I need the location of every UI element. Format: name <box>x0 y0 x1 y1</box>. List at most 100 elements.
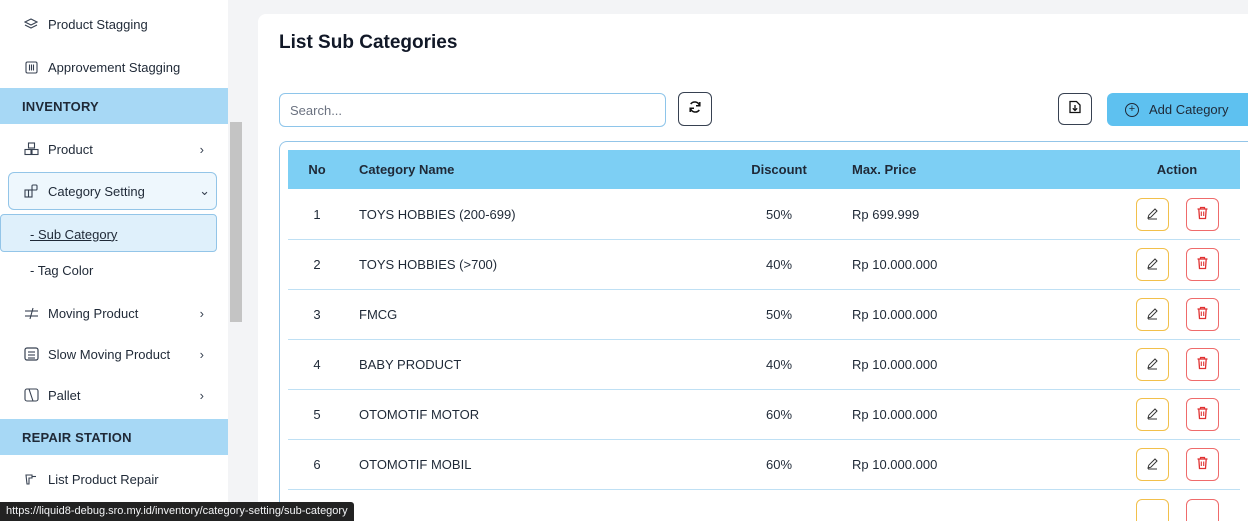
edit-button[interactable] <box>1135 198 1169 231</box>
sidebar-item-label: - Tag Color <box>30 262 94 278</box>
table-row: 2 TOYS HOBBIES (>700) 40% Rp 10.000.000 <box>288 240 1240 290</box>
sidebar-item-product-stagging[interactable]: Product Stagging <box>0 14 228 34</box>
sidebar-item-approvement-stagging[interactable]: Approvement Stagging <box>0 57 228 77</box>
export-button[interactable] <box>1058 93 1092 125</box>
file-download-icon <box>1069 100 1081 119</box>
cell-max-price: Rp 10.000.000 <box>852 407 938 422</box>
header-category-name: Category Name <box>359 162 455 177</box>
delete-button[interactable] <box>1185 298 1219 331</box>
chevron-right-icon: › <box>199 387 204 403</box>
cell-no: 1 <box>313 207 321 222</box>
pencil-icon <box>1146 457 1159 473</box>
cell-max-price: Rp 699.999 <box>852 207 920 222</box>
edit-button[interactable] <box>1135 398 1169 431</box>
table-row: 5 OTOMOTIF MOTOR 60% Rp 10.000.000 <box>288 390 1240 440</box>
table-row: 3 FMCG 50% Rp 10.000.000 <box>288 290 1240 340</box>
sidebar-item-label: Product Stagging <box>48 16 148 32</box>
sub-category-table: No Category Name Discount Max. Price Act… <box>279 141 1248 521</box>
table-header: No Category Name Discount Max. Price Act… <box>288 150 1240 189</box>
edit-button[interactable] <box>1135 348 1169 381</box>
trash-icon <box>1196 456 1209 473</box>
cell-category-name: OTOMOTIF MOTOR <box>359 407 480 422</box>
edit-button[interactable] <box>1135 298 1169 331</box>
page-title: List Sub Categories <box>279 32 458 53</box>
header-action: Action <box>1156 162 1198 177</box>
sidebar-item-category-setting[interactable]: Category Setting ⌄ <box>0 181 228 201</box>
delete-button[interactable] <box>1185 248 1219 281</box>
section-inventory: INVENTORY <box>0 88 228 124</box>
wrench-icon <box>22 472 40 486</box>
sidebar-scrollbar-thumb[interactable] <box>230 122 242 322</box>
delete-button[interactable] <box>1185 198 1219 231</box>
transfer-icon <box>22 307 40 320</box>
trash-icon <box>1196 256 1209 273</box>
search-input[interactable] <box>279 93 666 127</box>
delete-button[interactable] <box>1185 398 1219 431</box>
cell-discount: 50% <box>765 307 793 322</box>
sidebar: Product Stagging Approvement Stagging IN… <box>0 0 228 521</box>
sidebar-item-label: List Product Repair <box>48 471 159 487</box>
table-row: 4 BABY PRODUCT 40% Rp 10.000.000 <box>288 340 1240 390</box>
cell-max-price: Rp 10.000.000 <box>852 257 938 272</box>
cell-actions <box>1114 198 1240 231</box>
cell-category-name: TOYS HOBBIES (>700) <box>359 257 498 272</box>
refresh-button[interactable] <box>678 92 712 126</box>
cell-actions <box>1114 248 1240 281</box>
status-url: https://liquid8-debug.sro.my.id/inventor… <box>0 502 354 521</box>
columns-icon <box>22 60 40 74</box>
table-row: 6 OTOMOTIF MOBIL 60% Rp 10.000.000 <box>288 440 1240 490</box>
cell-no: 4 <box>313 357 321 372</box>
cell-no: 3 <box>313 307 321 322</box>
sidebar-item-label: Slow Moving Product <box>48 346 171 362</box>
sidebar-item-product[interactable]: Product › <box>0 139 228 159</box>
cell-discount: 50% <box>765 207 793 222</box>
cell-max-price: Rp 10.000.000 <box>852 457 938 472</box>
cell-no: 6 <box>313 457 321 472</box>
add-category-label: Add Category <box>1149 102 1229 117</box>
sidebar-item-tag-color[interactable]: - Tag Color <box>0 260 228 280</box>
delete-button[interactable] <box>1185 448 1219 481</box>
header-discount: Discount <box>751 162 807 177</box>
section-repair-station: REPAIR STATION <box>0 419 228 455</box>
sidebar-item-pallet[interactable]: Pallet › <box>0 385 228 405</box>
cell-category-name: FMCG <box>359 307 398 322</box>
cell-max-price: Rp 10.000.000 <box>852 307 938 322</box>
sidebar-item-label: - Sub Category <box>30 226 118 242</box>
cell-discount: 40% <box>765 357 793 372</box>
category-icon <box>22 184 40 198</box>
cell-max-price: Rp 10.000.000 <box>852 357 938 372</box>
trash-icon <box>1196 406 1209 423</box>
sidebar-item-list-product-repair[interactable]: List Product Repair <box>0 469 228 489</box>
trash-icon <box>1196 306 1209 323</box>
cell-category-name: OTOMOTIF MOBIL <box>359 457 472 472</box>
plus-circle-icon: + <box>1125 102 1139 117</box>
sidebar-item-label: Moving Product <box>48 305 139 321</box>
cell-actions <box>1114 298 1240 331</box>
sidebar-item-slow-moving-product[interactable]: Slow Moving Product › <box>0 344 228 364</box>
cell-actions <box>1114 348 1240 381</box>
edit-button[interactable] <box>1135 248 1169 281</box>
sidebar-item-label: Pallet <box>48 387 81 403</box>
trash-icon <box>1196 206 1209 223</box>
delete-button[interactable] <box>1185 498 1219 521</box>
sidebar-item-moving-product[interactable]: Moving Product › <box>0 303 228 323</box>
pencil-icon <box>1146 307 1159 323</box>
cell-no: 5 <box>313 407 321 422</box>
table-row <box>288 490 1240 521</box>
cell-actions <box>1114 498 1240 521</box>
sidebar-item-label: Approvement Stagging <box>48 59 181 75</box>
edit-button[interactable] <box>1135 498 1169 521</box>
trash-icon <box>1196 356 1209 373</box>
sidebar-item-label: Product <box>48 141 93 157</box>
header-no: No <box>308 162 326 177</box>
cell-no: 2 <box>313 257 321 272</box>
delete-button[interactable] <box>1185 348 1219 381</box>
pencil-icon <box>1146 207 1159 223</box>
pencil-icon <box>1146 257 1159 273</box>
cell-discount: 60% <box>765 407 793 422</box>
edit-button[interactable] <box>1135 448 1169 481</box>
sidebar-item-sub-category[interactable]: - Sub Category <box>0 224 228 244</box>
boxes-icon <box>22 141 40 157</box>
add-category-button[interactable]: + Add Category <box>1107 93 1248 126</box>
pallet-icon <box>22 388 40 402</box>
